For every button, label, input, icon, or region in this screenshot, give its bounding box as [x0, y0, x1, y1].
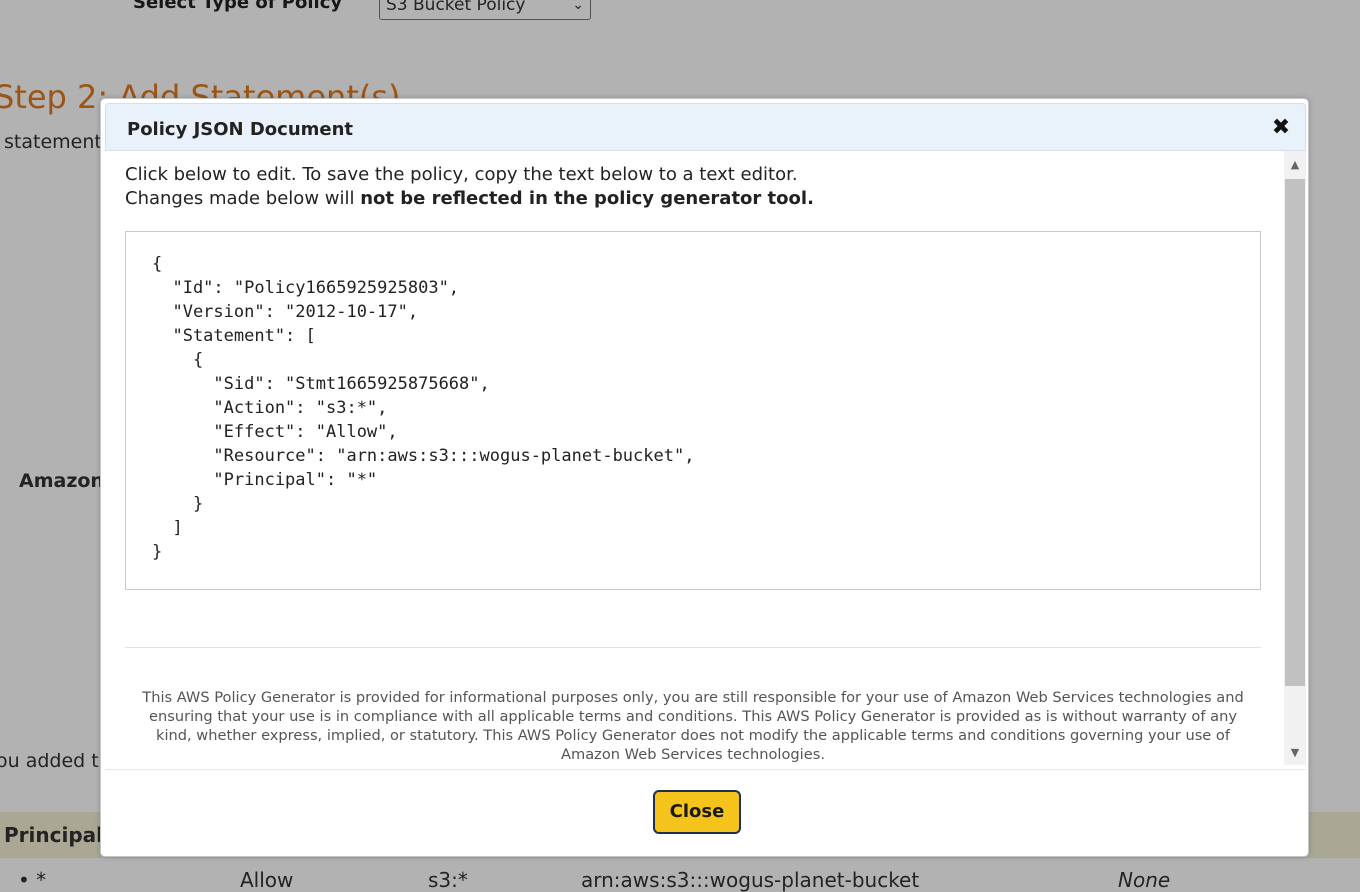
dialog-title: Policy JSON Document — [127, 119, 354, 140]
close-button[interactable]: Close — [653, 790, 741, 834]
scrollbar-thumb[interactable] — [1285, 179, 1305, 686]
dialog-footer: Close — [105, 769, 1306, 855]
dialog-body: Click below to edit. To save the policy,… — [105, 151, 1306, 765]
policy-json-dialog: Policy JSON Document ✖ Click below to ed… — [100, 98, 1309, 857]
intro-line-2-prefix: Changes made below will — [125, 188, 361, 209]
intro-line-2: Changes made below will not be reflected… — [125, 187, 814, 211]
dialog-intro: Click below to edit. To save the policy,… — [125, 163, 814, 211]
divider — [125, 647, 1261, 648]
policy-json-text[interactable]: { "Id": "Policy1665925925803", "Version"… — [152, 252, 1234, 564]
dialog-scrollbar[interactable]: ▲ ▼ — [1284, 151, 1306, 765]
policy-json-editor[interactable]: { "Id": "Policy1665925925803", "Version"… — [125, 231, 1261, 590]
disclaimer-text: This AWS Policy Generator is provided fo… — [142, 689, 1244, 763]
close-icon[interactable]: ✖ — [1271, 117, 1291, 139]
intro-line-2-bold: not be reflected in the policy generator… — [360, 188, 814, 209]
intro-line-1: Click below to edit. To save the policy,… — [125, 164, 798, 185]
scroll-down-arrow-icon[interactable]: ▼ — [1284, 743, 1306, 763]
dialog-header: Policy JSON Document ✖ — [105, 103, 1306, 151]
scroll-up-arrow-icon[interactable]: ▲ — [1284, 155, 1306, 175]
